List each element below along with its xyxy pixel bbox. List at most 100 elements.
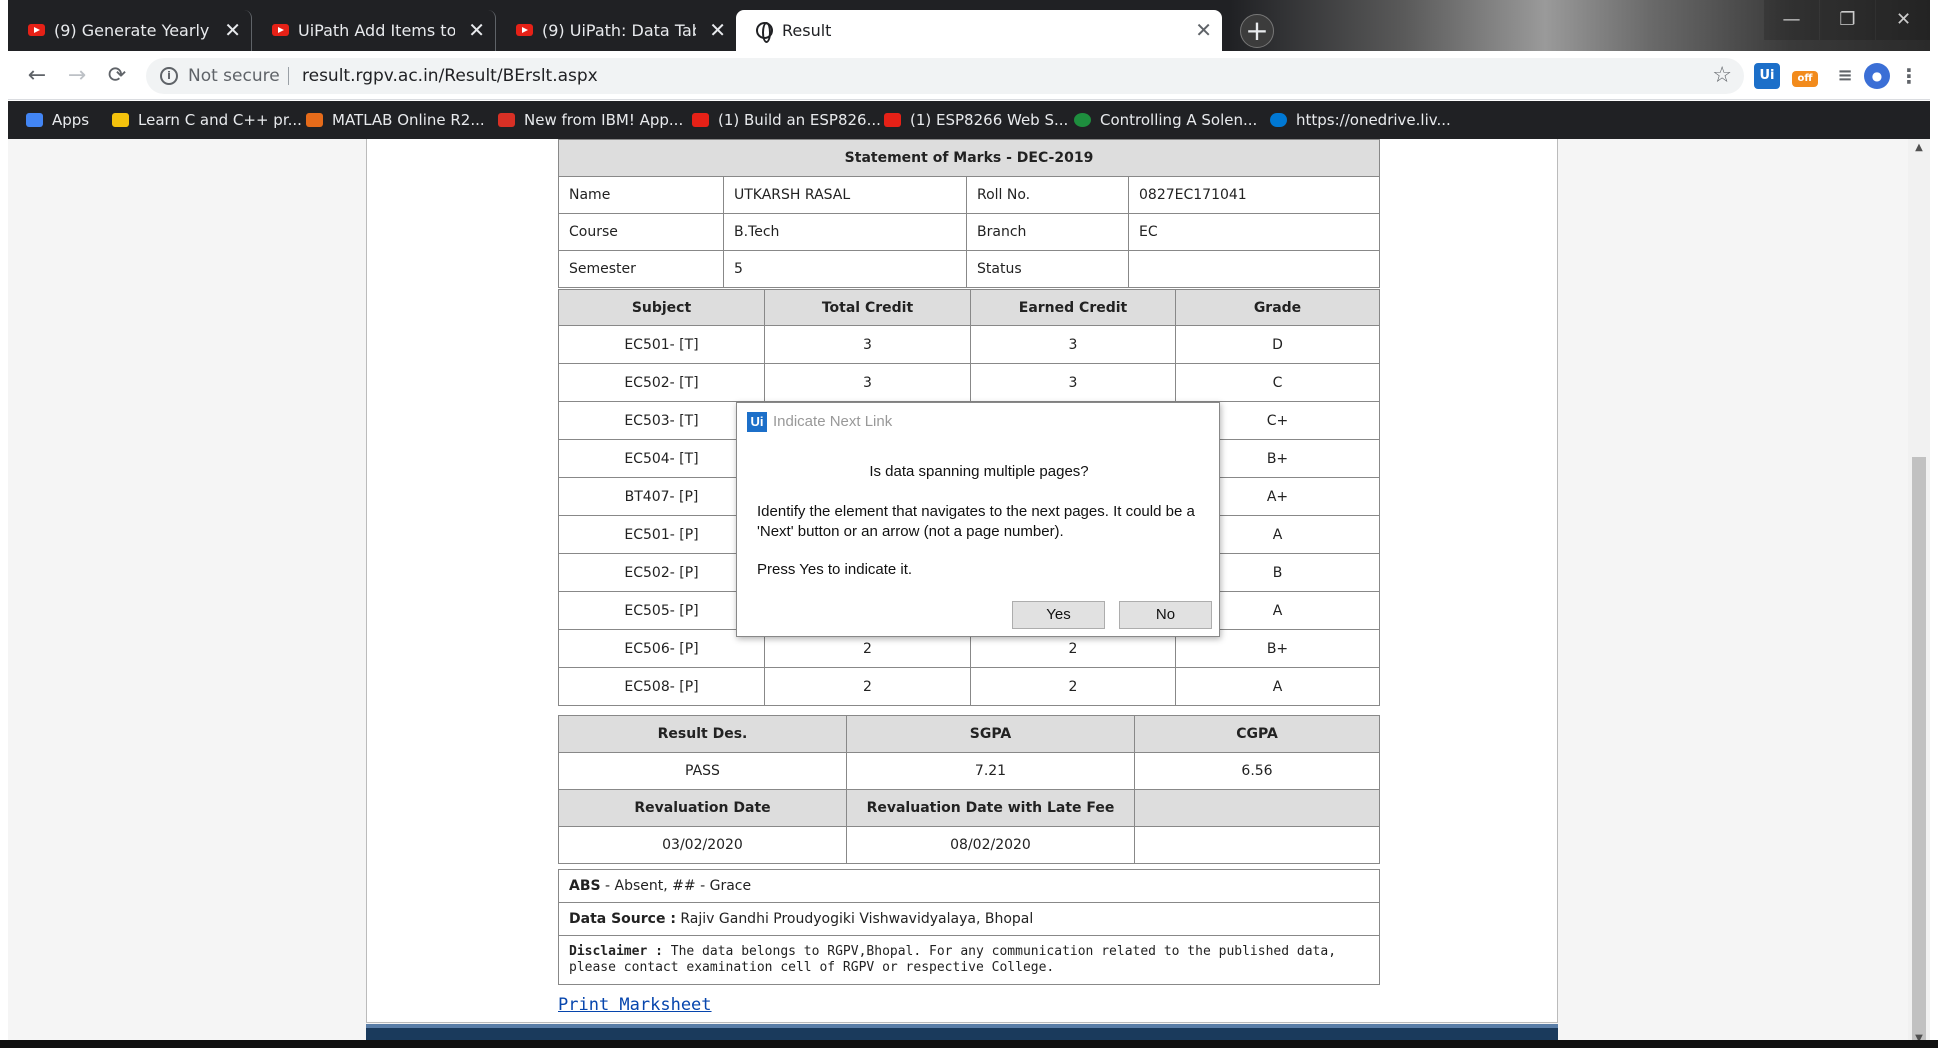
bookmark-label: Controlling A Solen... bbox=[1100, 111, 1258, 129]
course-label: Course bbox=[558, 213, 724, 251]
subject-cell: EC502- [P] bbox=[558, 553, 765, 592]
matlab-icon bbox=[306, 113, 323, 127]
table-row: EC502- [T] 3 3 C bbox=[558, 363, 1380, 402]
student-info-table: Statement of Marks - DEC-2019 Name UTKAR… bbox=[558, 139, 1380, 288]
tab-close-icon[interactable]: ✕ bbox=[468, 10, 485, 51]
empty-header bbox=[1134, 789, 1380, 827]
globe-icon bbox=[756, 22, 773, 43]
print-marksheet-link[interactable]: Print Marksheet bbox=[558, 995, 712, 1015]
revaluation-late-fee-value: 08/02/2020 bbox=[846, 826, 1135, 864]
tab-title: Result bbox=[782, 21, 832, 40]
youtube-icon bbox=[884, 113, 901, 127]
reload-icon[interactable]: ⟳ bbox=[100, 59, 134, 93]
bookmark-learn-c[interactable]: Learn C and C++ pr... bbox=[112, 101, 302, 139]
vertical-scrollbar[interactable]: ▲ ▼ bbox=[1908, 139, 1930, 1048]
tab-close-icon[interactable]: ✕ bbox=[1195, 10, 1212, 51]
bookmark-matlab[interactable]: MATLAB Online R2... bbox=[306, 101, 485, 139]
tab-close-icon[interactable]: ✕ bbox=[709, 10, 726, 51]
tab-result[interactable]: Result ✕ bbox=[736, 10, 1222, 51]
name-value: UTKARSH RASAL bbox=[723, 176, 967, 214]
bookmark-ibm[interactable]: New from IBM! App... bbox=[498, 101, 683, 139]
youtube-icon bbox=[272, 24, 289, 36]
forward-arrow-icon[interactable]: → bbox=[60, 59, 94, 93]
semester-label: Semester bbox=[558, 250, 724, 288]
sgpa-header: SGPA bbox=[846, 715, 1135, 753]
tab-title: (9) Generate Yearly Report - Disp bbox=[54, 21, 211, 40]
no-button[interactable]: No bbox=[1119, 601, 1212, 629]
earned-credit-cell: 3 bbox=[970, 325, 1176, 364]
bookmark-onedrive[interactable]: https://onedrive.liv... bbox=[1270, 101, 1451, 139]
bookmark-star-icon[interactable]: ☆ bbox=[1712, 58, 1732, 94]
earned-credit-cell: 3 bbox=[970, 363, 1176, 402]
subject-cell: EC501- [T] bbox=[558, 325, 765, 364]
tab-generate-yearly-report[interactable]: (9) Generate Yearly Report - Disp ✕ bbox=[8, 10, 252, 51]
back-arrow-icon[interactable]: ← bbox=[20, 59, 54, 93]
empty-value bbox=[1134, 826, 1380, 864]
status-value bbox=[1128, 250, 1380, 288]
bookmark-label: Apps bbox=[52, 111, 90, 129]
statement-title: Statement of Marks - DEC-2019 bbox=[558, 139, 1380, 177]
menu-icon[interactable]: ⋮ bbox=[1896, 63, 1922, 89]
subject-cell: EC503- [T] bbox=[558, 401, 765, 440]
dialog-instruction: Press Yes to indicate it. bbox=[757, 561, 913, 578]
bookmark-label: (1) ESP8266 Web S... bbox=[910, 111, 1069, 129]
earned-credit-header: Earned Credit bbox=[970, 289, 1176, 326]
dialog-question: Is data spanning multiple pages? bbox=[869, 463, 1089, 480]
name-label: Name bbox=[558, 176, 724, 214]
status-label: Status bbox=[966, 250, 1129, 288]
roll-value: 0827EC171041 bbox=[1128, 176, 1380, 214]
extension-off-icon[interactable]: off bbox=[1792, 71, 1818, 87]
abs-text: - Absent, ## - Grace bbox=[600, 878, 752, 894]
sgpa-value: 7.21 bbox=[846, 752, 1135, 790]
address-bar[interactable]: i Not secure result.rgpv.ac.in/Result/BE… bbox=[146, 58, 1744, 94]
profile-icon[interactable]: ● bbox=[1864, 63, 1890, 89]
grade-cell: D bbox=[1175, 325, 1380, 364]
result-summary-table: Result Des. SGPA CGPA PASS 7.21 6.56 Rev… bbox=[558, 715, 1380, 864]
roll-label: Roll No. bbox=[966, 176, 1129, 214]
dialog-title: Indicate Next Link bbox=[773, 413, 893, 430]
youtube-icon bbox=[692, 113, 709, 127]
bookmark-solenoid[interactable]: Controlling A Solen... bbox=[1074, 101, 1257, 139]
scroll-up-arrow-icon[interactable]: ▲ bbox=[1908, 139, 1930, 157]
divider bbox=[288, 67, 289, 85]
info-icon[interactable]: i bbox=[160, 67, 178, 85]
bookmark-label: (1) Build an ESP826... bbox=[718, 111, 881, 129]
bookmark-esp8266-web[interactable]: (1) ESP8266 Web S... bbox=[884, 101, 1068, 139]
course-value: B.Tech bbox=[723, 213, 967, 251]
data-source-label: Data Source : bbox=[569, 911, 676, 927]
tab-strip: (9) Generate Yearly Report - Disp ✕ UiPa… bbox=[8, 0, 1930, 51]
total-credit-cell: 3 bbox=[764, 325, 971, 364]
url-text[interactable]: result.rgpv.ac.in/Result/BErslt.aspx bbox=[302, 58, 598, 94]
data-source-note: Data Source : Rajiv Gandhi Proudyogiki V… bbox=[558, 902, 1380, 936]
notes-table: ABS - Absent, ## - Grace Data Source : R… bbox=[558, 869, 1380, 985]
youtube-icon bbox=[516, 24, 533, 36]
restore-button[interactable]: ❐ bbox=[1820, 0, 1875, 40]
abs-note: ABS - Absent, ## - Grace bbox=[558, 869, 1380, 903]
onedrive-icon bbox=[1270, 113, 1287, 127]
indicate-next-link-dialog: Ui Indicate Next Link Is data spanning m… bbox=[736, 402, 1220, 637]
scrollbar-thumb[interactable] bbox=[1912, 457, 1926, 1047]
disclaimer-note: Disclaimer : The data belongs to RGPV,Bh… bbox=[558, 935, 1380, 985]
minimize-button[interactable]: — bbox=[1764, 0, 1819, 40]
tab-uipath-add-items[interactable]: UiPath Add Items to Queue in Ui ✕ bbox=[252, 10, 496, 51]
yes-button[interactable]: Yes bbox=[1012, 601, 1105, 629]
table-row: EC508- [P] 2 2 A bbox=[558, 667, 1380, 706]
close-window-button[interactable]: ✕ bbox=[1876, 0, 1930, 40]
result-des-value: PASS bbox=[558, 752, 847, 790]
tab-uipath-data-tables[interactable]: (9) UiPath: Data Tables - How to ✕ bbox=[496, 10, 736, 51]
dialog-body: Identify the element that navigates to t… bbox=[757, 503, 1195, 540]
grade-header: Grade bbox=[1175, 289, 1380, 326]
bookmark-esp8266-build[interactable]: (1) Build an ESP826... bbox=[692, 101, 881, 139]
uipath-extension-icon[interactable]: Ui bbox=[1754, 63, 1780, 89]
semester-value: 5 bbox=[723, 250, 967, 288]
media-icon[interactable]: ≡ bbox=[1832, 63, 1858, 89]
new-tab-button[interactable]: + bbox=[1240, 14, 1274, 48]
tab-close-icon[interactable]: ✕ bbox=[224, 10, 241, 51]
bookmark-apps[interactable]: Apps bbox=[26, 101, 89, 139]
cgpa-value: 6.56 bbox=[1134, 752, 1380, 790]
subject-header: Subject bbox=[558, 289, 765, 326]
taskbar bbox=[0, 1040, 1938, 1048]
subject-cell: EC502- [T] bbox=[558, 363, 765, 402]
revaluation-date-header: Revaluation Date bbox=[558, 789, 847, 827]
total-credit-cell: 3 bbox=[764, 363, 971, 402]
